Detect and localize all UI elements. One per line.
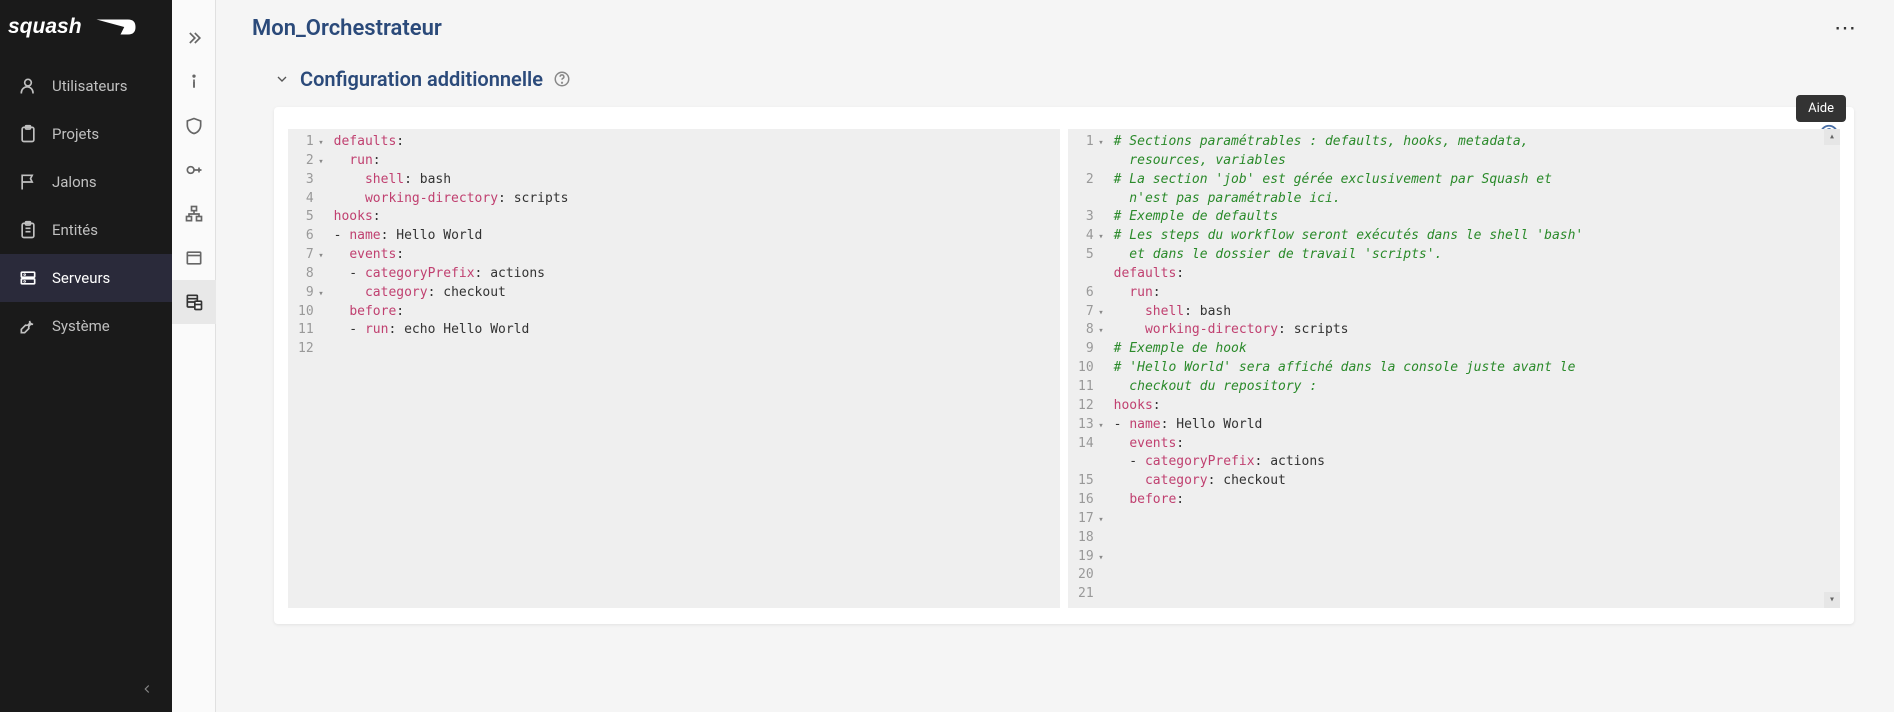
info-icon [184,72,204,92]
editor-code[interactable]: defaults: run: shell: bash working-direc… [330,129,1060,608]
editor-code: # Sections paramétrables : defaults, hoo… [1110,129,1840,608]
sidebar-item-entites[interactable]: Entités [0,206,172,254]
sidebar-item-label: Serveurs [52,269,110,287]
rail-db-button[interactable] [172,280,216,324]
rail-org-button[interactable] [172,192,216,236]
main-content: Mon_Orchestrateur ⋯ Configuration additi… [216,0,1894,712]
more-button[interactable]: ⋯ [1834,16,1870,41]
config-editor-right: 1▾ 2 34▾5 67▾8▾910111213▾14 151617▾1819▾… [1068,129,1840,608]
sidebar-collapse-button[interactable] [0,669,172,712]
page-title: Mon_Orchestrateur [252,16,442,41]
sidebar-item-label: Projets [52,125,99,143]
shield-icon [184,116,204,136]
wrench-icon [18,316,38,336]
rail-window-button[interactable] [172,236,216,280]
editor-gutter: 1▾ 2 34▾5 67▾8▾910111213▾14 151617▾1819▾… [1068,129,1110,608]
sidebar-item-systeme[interactable]: Système [0,302,172,350]
window-icon [184,248,204,268]
page-header: Mon_Orchestrateur ⋯ [216,0,1894,49]
sidebar-item-label: Utilisateurs [52,77,127,95]
section-header: Configuration additionnelle [274,49,1854,107]
config-panel: Aide 1▾2▾34567▾89▾101112 defaults: run: … [274,107,1854,624]
primary-sidebar: squash Utilisateurs Projets Jalons Entit… [0,0,172,712]
svg-text:squash: squash [8,15,82,38]
sidebar-item-label: Jalons [52,173,97,191]
rail-expand-button[interactable] [172,16,216,60]
scroll-down-button[interactable]: ▾ [1824,592,1840,608]
flag-icon [18,172,38,192]
rail-key-button[interactable] [172,148,216,192]
help-circle-icon[interactable] [553,70,571,88]
rail-info-button[interactable] [172,60,216,104]
server-icon [18,268,38,288]
primary-nav: Utilisateurs Projets Jalons Entités Serv… [0,62,172,669]
db-icon [184,292,204,312]
tooltip: Aide [1796,95,1846,122]
sidebar-item-label: Entités [52,221,98,239]
scroll-up-button[interactable]: ▴ [1824,129,1840,145]
editor-scrollbar[interactable]: ▴ ▾ [1824,129,1840,608]
secondary-rail [172,0,216,712]
user-icon [18,76,38,96]
section-title: Configuration additionnelle [300,67,543,91]
editor-gutter: 1▾2▾34567▾89▾101112 [288,129,330,608]
chevron-left-icon [140,682,154,696]
org-icon [184,204,204,224]
key-icon [184,160,204,180]
chevron-down-icon[interactable] [274,71,290,87]
config-editor-left[interactable]: 1▾2▾34567▾89▾101112 defaults: run: shell… [288,129,1060,608]
clipboard-icon [18,124,38,144]
rail-shield-button[interactable] [172,104,216,148]
sidebar-item-utilisateurs[interactable]: Utilisateurs [0,62,172,110]
sidebar-item-label: Système [52,317,110,335]
brand-logo: squash [0,0,172,62]
sidebar-item-jalons[interactable]: Jalons [0,158,172,206]
chevrons-right-icon [184,28,204,48]
clipboard-list-icon [18,220,38,240]
sidebar-item-serveurs[interactable]: Serveurs [0,254,172,302]
sidebar-item-projets[interactable]: Projets [0,110,172,158]
